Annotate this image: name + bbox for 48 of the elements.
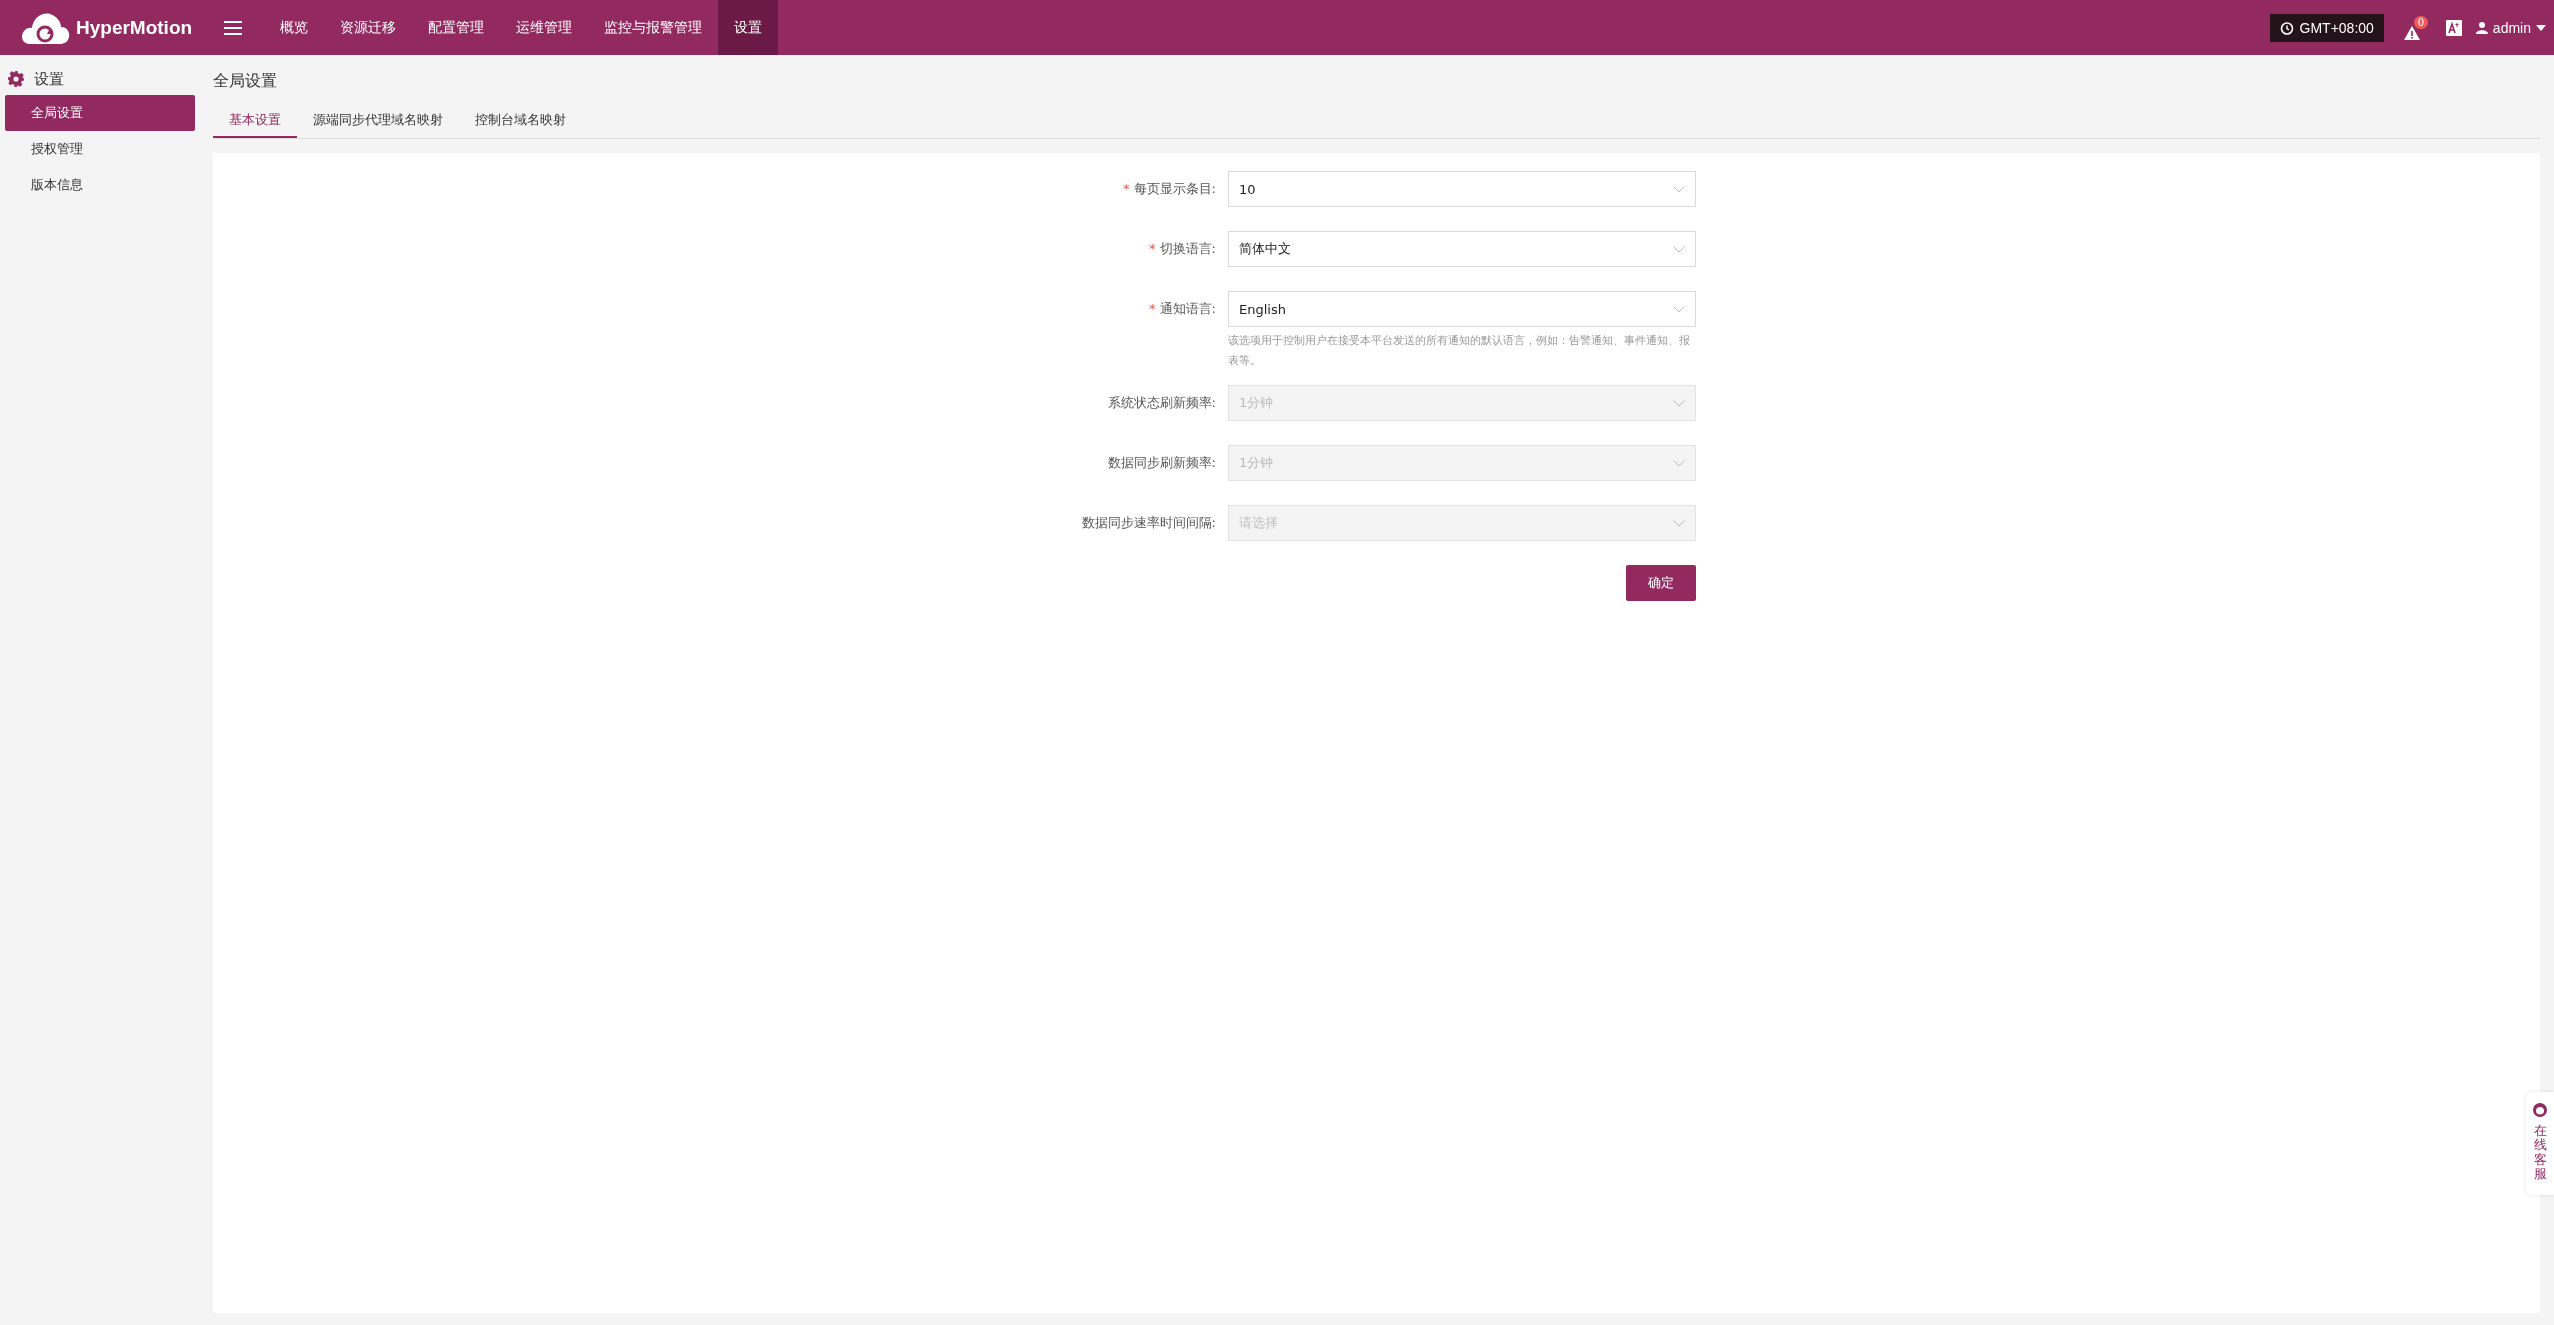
warning-icon <box>2403 25 2420 40</box>
translate-icon[interactable] <box>2445 19 2462 36</box>
caret-icon <box>2536 24 2546 31</box>
timezone-button[interactable]: GMT+08:00 <box>2269 13 2384 42</box>
user-icon <box>2475 21 2488 34</box>
select-field[interactable]: English <box>1228 291 1696 327</box>
sidebar-item[interactable]: 全局设置 <box>5 95 195 131</box>
chevron-icon <box>1673 245 1685 253</box>
field-label: 切换语言: <box>1159 241 1216 256</box>
tab[interactable]: 基本设置 <box>213 104 297 138</box>
chevron-icon <box>1673 519 1685 527</box>
tab[interactable]: 控制台域名映射 <box>459 104 582 138</box>
timezone-text: GMT+08:00 <box>2299 19 2374 36</box>
required-mark: * <box>1149 301 1156 316</box>
menu-icon[interactable] <box>224 19 242 36</box>
select-field[interactable]: 10 <box>1228 171 1696 207</box>
page-title: 全局设置 <box>213 71 278 92</box>
clock-icon <box>2279 20 2294 35</box>
tab[interactable]: 源端同步代理域名映射 <box>297 104 459 138</box>
nav-item[interactable]: 配置管理 <box>412 0 500 55</box>
nav-item[interactable]: 设置 <box>718 0 778 55</box>
chevron-icon <box>1673 459 1685 467</box>
sidebar-item[interactable]: 授权管理 <box>5 131 195 167</box>
required-mark: * <box>1123 181 1130 196</box>
chevron-icon <box>1673 185 1685 193</box>
alert-count-badge: 0 <box>2413 15 2429 29</box>
user-menu[interactable]: admin <box>2475 19 2546 36</box>
field-label: 通知语言: <box>1159 301 1216 316</box>
select-field[interactable]: 简体中文 <box>1228 231 1696 267</box>
gear-icon <box>8 71 24 87</box>
chevron-icon <box>1673 399 1685 407</box>
sidebar-title: 设置 <box>34 69 64 89</box>
field-label: 系统状态刷新频率: <box>1107 395 1216 410</box>
nav-item[interactable]: 监控与报警管理 <box>588 0 718 55</box>
nav-item[interactable]: 资源迁移 <box>324 0 412 55</box>
sidebar-item[interactable]: 版本信息 <box>5 167 195 203</box>
field-label: 数据同步速率时间间隔: <box>1081 515 1216 530</box>
required-mark: * <box>1149 241 1156 256</box>
nav-item[interactable]: 概览 <box>264 0 324 55</box>
hint-text: 该选项用于控制用户在接受本平台发送的所有通知的默认语言，例如：告警通知、事件通知、报表等。 <box>1228 333 1691 369</box>
support-widget[interactable]: 在线客服 <box>2526 1092 2554 1196</box>
confirm-button[interactable]: 确定 <box>1626 565 1696 601</box>
support-label: 在线客服 <box>2533 1124 2547 1182</box>
field-label: 数据同步刷新频率: <box>1107 455 1216 470</box>
nav-item[interactable]: 运维管理 <box>500 0 588 55</box>
chevron-icon <box>1673 305 1685 313</box>
field-label: 每页显示条目: <box>1133 181 1216 196</box>
brand-name: HyperMotion <box>76 16 193 39</box>
